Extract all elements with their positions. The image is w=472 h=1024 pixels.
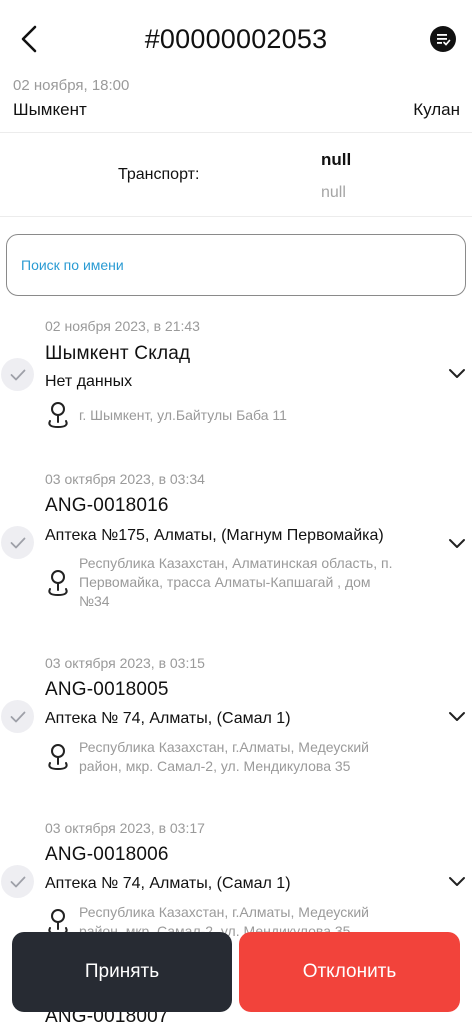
list-item[interactable]: 03 октября 2023, в 03:15 ANG-0018005 Апт… xyxy=(0,654,472,804)
task-list-button[interactable] xyxy=(430,26,456,52)
list-item[interactable]: 03 октября 2023, в 03:34 ANG-0018016 Апт… xyxy=(0,470,472,640)
stop-date: 02 ноября 2023, в 21:43 xyxy=(45,318,200,334)
stop-title: ANG-0018006 xyxy=(45,844,169,865)
stop-address: Республика Казахстан, Алматинская област… xyxy=(79,555,393,609)
list-item[interactable]: 02 ноября 2023, в 21:43 Шымкент Склад Не… xyxy=(0,300,472,450)
app-header: #00000002053 xyxy=(0,0,472,72)
check-icon xyxy=(10,876,25,887)
search-input[interactable] xyxy=(7,235,465,295)
transport-value: null xyxy=(321,150,352,169)
stop-title: Шымкент Склад xyxy=(45,343,191,364)
route-origin: Шымкент xyxy=(13,100,87,119)
stop-title: ANG-0018016 xyxy=(45,495,169,516)
stop-check-button[interactable] xyxy=(1,358,34,391)
stop-client: Аптека № 74, Алматы, (Самал 1) xyxy=(45,875,291,892)
stop-title: ANG-0018005 xyxy=(45,679,169,700)
stop-date: 03 октября 2023, в 03:17 xyxy=(45,820,205,836)
location-pin-icon xyxy=(48,744,68,771)
location-pin-icon xyxy=(48,570,68,597)
stop-date: 03 октября 2023, в 03:15 xyxy=(45,655,205,671)
stop-date: 03 октября 2023, в 03:34 xyxy=(45,471,205,487)
stop-address: г. Шымкент, ул.Байтулы Баба 11 xyxy=(79,407,287,423)
transport-subvalue: null xyxy=(321,184,346,201)
chevron-down-icon[interactable] xyxy=(448,876,466,888)
location-pin-icon xyxy=(48,402,68,429)
check-icon xyxy=(10,537,25,548)
divider xyxy=(0,132,472,133)
stop-check-button[interactable] xyxy=(1,526,34,559)
decline-button[interactable]: Отклонить xyxy=(239,932,460,1012)
chevron-down-icon[interactable] xyxy=(448,711,466,723)
stop-client: Нет данных xyxy=(45,373,133,390)
route-destination: Кулан xyxy=(413,100,460,119)
page-title: #00000002053 xyxy=(144,24,328,54)
check-icon xyxy=(10,369,25,380)
stop-client: Аптека № 74, Алматы, (Самал 1) xyxy=(45,710,291,727)
accept-button[interactable]: Принять xyxy=(12,932,232,1012)
route-date: 02 ноября, 18:00 xyxy=(13,77,130,94)
check-icon xyxy=(10,711,25,722)
divider xyxy=(0,216,472,217)
stop-check-button[interactable] xyxy=(1,700,34,733)
search-box xyxy=(6,234,466,296)
list-check-icon xyxy=(437,34,451,46)
action-bar: Принять Отклонить xyxy=(0,928,472,1018)
transport-label: Транспорт: xyxy=(118,166,200,183)
stops-list[interactable]: 02 ноября 2023, в 21:43 Шымкент Склад Не… xyxy=(0,300,472,1024)
chevron-down-icon[interactable] xyxy=(448,538,466,550)
stop-check-button[interactable] xyxy=(1,865,34,898)
stop-address: Республика Казахстан, г.Алматы, Медеуски… xyxy=(79,739,369,774)
stop-client: Аптека №175, Алматы, (Магнум Первомайка) xyxy=(45,527,384,544)
chevron-down-icon[interactable] xyxy=(448,368,466,380)
